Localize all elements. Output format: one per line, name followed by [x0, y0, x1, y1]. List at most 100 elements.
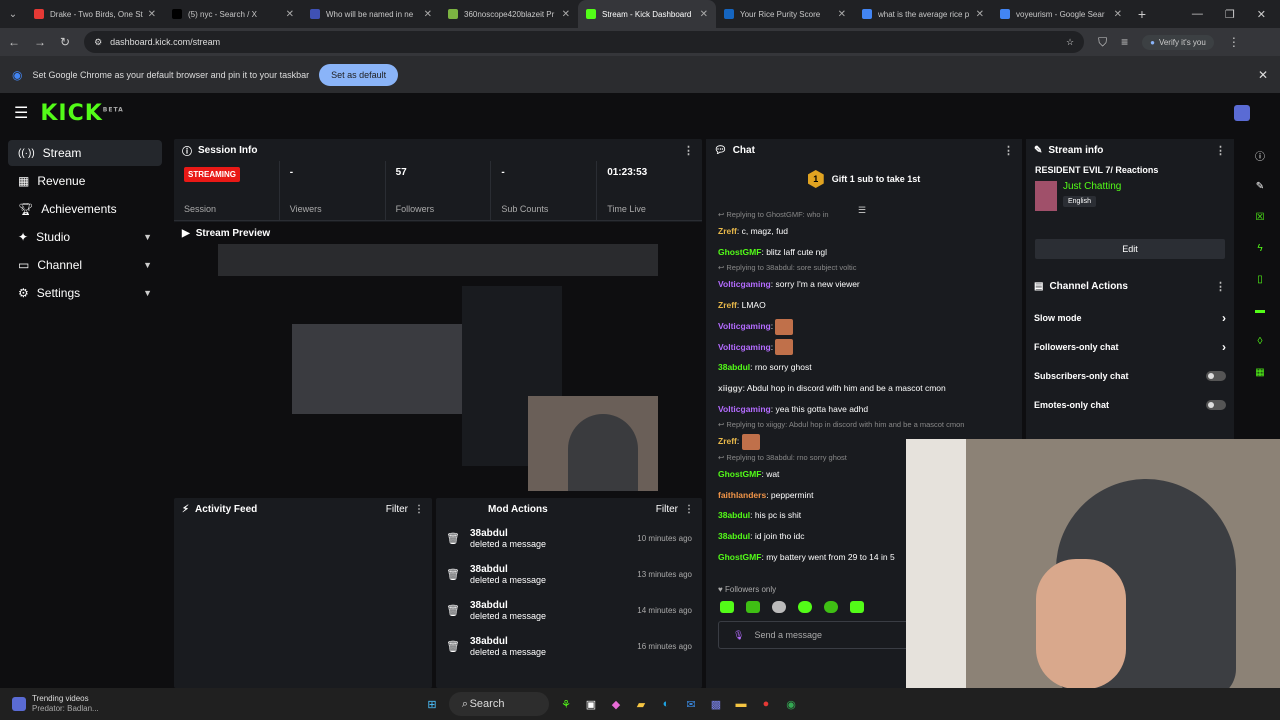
activity-filter-button[interactable]: Filter — [386, 504, 408, 515]
chat-username[interactable]: Volticgaming — [718, 279, 771, 289]
back-icon[interactable]: ← — [8, 35, 20, 49]
close-tab-icon[interactable]: ✕ — [838, 9, 846, 20]
chat-username[interactable]: xiiggy — [718, 383, 743, 393]
category-link[interactable]: Just Chatting — [1063, 181, 1121, 192]
trending-widget[interactable]: Trending videos Predator: Badlan... — [12, 694, 99, 714]
chat-username[interactable]: Zreff — [718, 226, 737, 236]
task-view-icon[interactable]: ▣ — [583, 696, 599, 712]
close-tab-icon[interactable]: ✕ — [286, 9, 294, 20]
new-tab-button[interactable]: + — [1130, 6, 1154, 22]
layout-tool-icon[interactable]: ▦ — [1250, 362, 1270, 382]
emote-icon[interactable] — [772, 601, 786, 613]
emote-icon[interactable] — [850, 601, 864, 613]
toggle-switch[interactable] — [1206, 370, 1226, 381]
taskbar-search[interactable]: ⌕ Search — [449, 692, 549, 716]
chat-username[interactable]: Volticgaming — [718, 404, 771, 414]
mail-icon[interactable]: ✉ — [683, 696, 699, 712]
chat-tool-icon[interactable]: ▬ — [1250, 300, 1270, 320]
chat-username[interactable]: Volticgaming — [718, 342, 771, 352]
close-window-icon[interactable]: ✕ — [1257, 8, 1266, 21]
edit-tool-icon[interactable]: ✎ — [1250, 176, 1270, 196]
kick-logo[interactable]: KICKBETA — [40, 101, 123, 126]
mod-user[interactable]: 38abdul — [470, 636, 546, 647]
stream-preview-video[interactable] — [218, 244, 658, 491]
channel-action-row[interactable]: Followers-only chat › — [1026, 332, 1234, 361]
chat-username[interactable]: faithlanders — [718, 490, 766, 500]
chat-username[interactable]: 38abdul — [718, 510, 750, 520]
chat-username[interactable]: Volticgaming — [718, 321, 771, 331]
chrome-menu-icon[interactable]: ⋮ — [1228, 35, 1240, 49]
close-tool-icon[interactable]: ☒ — [1250, 207, 1270, 227]
reload-icon[interactable]: ↻ — [60, 35, 70, 49]
minimize-icon[interactable]: — — [1192, 8, 1203, 21]
sidebar-item-stream[interactable]: ((·)) Stream — [8, 140, 162, 166]
sidebar-item-achievements[interactable]: 🏆︎ Achievements — [8, 196, 162, 222]
browser-tab[interactable]: Your Rice Purity Score ✕ — [716, 0, 854, 28]
file-explorer-icon[interactable]: ▰ — [633, 696, 649, 712]
close-tab-icon[interactable]: ✕ — [1114, 9, 1122, 20]
mod-user[interactable]: 38abdul — [470, 564, 546, 575]
tab-search-icon[interactable]: ⌄ — [0, 9, 26, 20]
forward-icon[interactable]: → — [34, 35, 46, 49]
more-options-icon[interactable]: ⋮ — [684, 504, 694, 515]
close-tab-icon[interactable]: ✕ — [148, 9, 156, 20]
verify-button[interactable]: ● Verify it's you — [1142, 34, 1214, 50]
hamburger-menu-icon[interactable]: ☰ — [14, 103, 28, 123]
emote-icon[interactable] — [824, 601, 838, 613]
mod-filter-button[interactable]: Filter — [656, 504, 678, 515]
info-icon[interactable]: ⓘ — [1250, 145, 1270, 165]
mod-user[interactable]: 38abdul — [470, 600, 546, 611]
app-red-icon[interactable]: ● — [758, 696, 774, 712]
chat-username[interactable]: GhostGMF — [718, 552, 761, 562]
edit-stream-button[interactable]: Edit — [1035, 239, 1225, 259]
sidebar-item-channel[interactable]: ▭ Channel ▼ — [8, 252, 162, 278]
broadcast-tool-icon[interactable]: ◊ — [1250, 331, 1270, 351]
browser-tab[interactable]: Who will be named in ne ✕ — [302, 0, 440, 28]
teams-icon[interactable]: ▩ — [708, 696, 724, 712]
channel-action-row[interactable]: Subscribers-only chat — [1026, 361, 1234, 390]
more-options-icon[interactable]: ⋮ — [1215, 280, 1226, 293]
sidebar-item-studio[interactable]: ✦ Studio ▼ — [8, 224, 162, 250]
emote-icon[interactable] — [746, 601, 760, 613]
chat-username[interactable]: 38abdul — [718, 362, 750, 372]
sidebar-item-revenue[interactable]: ▦ Revenue — [8, 168, 162, 194]
copilot-icon[interactable]: ◆ — [608, 696, 624, 712]
close-tab-icon[interactable]: ✕ — [562, 9, 570, 20]
browser-tab[interactable]: what is the average rice p ✕ — [854, 0, 992, 28]
site-info-icon[interactable]: ⚙ — [94, 37, 102, 48]
set-default-button[interactable]: Set as default — [319, 63, 399, 86]
toggle-switch[interactable] — [1206, 399, 1226, 410]
user-avatar[interactable] — [1234, 105, 1250, 121]
chat-username[interactable]: GhostGMF — [718, 247, 761, 257]
browser-tab[interactable]: 360noscope420blazeit Pr ✕ — [440, 0, 578, 28]
document-tool-icon[interactable]: ▯ — [1250, 269, 1270, 289]
emote-icon[interactable] — [798, 601, 812, 613]
chat-message-input[interactable]: 🎙︎ Send a message — [718, 621, 918, 649]
extension-icon[interactable]: ⛉ — [1098, 35, 1107, 50]
windows-start-icon[interactable]: ⊞ — [424, 696, 440, 712]
channel-action-row[interactable]: Emotes-only chat — [1026, 390, 1234, 419]
mod-user[interactable]: 38abdul — [470, 528, 546, 539]
browser-tab[interactable]: Stream - Kick Dashboard ✕ — [578, 0, 716, 28]
chat-username[interactable]: 38abdul — [718, 531, 750, 541]
close-infobar-icon[interactable]: ✕ — [1258, 68, 1268, 82]
close-tab-icon[interactable]: ✕ — [700, 9, 708, 20]
gift-sub-banner[interactable]: 1 Gift 1 sub to take 1st — [706, 161, 1022, 197]
app-icon[interactable]: ⚘ — [558, 696, 574, 712]
browser-tab[interactable]: (5) nyc - Search / X ✕ — [164, 0, 302, 28]
emote-icon[interactable] — [720, 601, 734, 613]
more-options-icon[interactable]: ⋮ — [1215, 144, 1226, 157]
browser-tab[interactable]: voyeurism - Google Sear ✕ — [992, 0, 1130, 28]
more-options-icon[interactable]: ⋮ — [1003, 144, 1014, 157]
edge-icon[interactable]: ◐ — [658, 696, 674, 712]
channel-action-row[interactable]: Slow mode › — [1026, 303, 1234, 332]
chat-username[interactable]: Zreff — [718, 300, 737, 310]
folder-icon[interactable]: ▬ — [733, 696, 749, 712]
bookmark-star-icon[interactable]: ☆ — [1066, 37, 1074, 48]
browser-tab[interactable]: Drake - Two Birds, One St ✕ — [26, 0, 164, 28]
chrome-icon[interactable]: ◉ — [783, 696, 799, 712]
close-tab-icon[interactable]: ✕ — [976, 9, 984, 20]
chat-username[interactable]: Zreff — [718, 436, 737, 446]
close-tab-icon[interactable]: ✕ — [424, 9, 432, 20]
address-bar[interactable]: ⚙ dashboard.kick.com/stream ☆ — [84, 31, 1085, 53]
